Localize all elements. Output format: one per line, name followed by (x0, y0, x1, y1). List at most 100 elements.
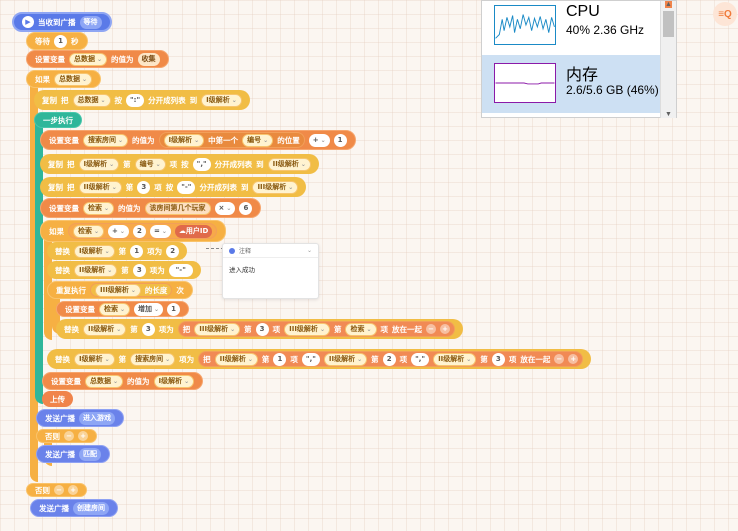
add-icon[interactable]: + (568, 354, 579, 364)
user-id-reporter[interactable]: ☁ 用户ID (174, 224, 213, 238)
list-select[interactable]: III级解析 (284, 322, 330, 336)
variable-select[interactable]: 检索 (99, 302, 131, 316)
list-select[interactable]: II级解析 (83, 322, 127, 336)
list-select[interactable]: III级解析 (95, 283, 141, 297)
wait-seconds-input[interactable]: 1 (54, 34, 67, 48)
split-to-list-block[interactable]: 复制 把 总数据 按 ":" 分开成列表 到 I级解析 (34, 90, 250, 110)
remove-icon[interactable]: − (554, 354, 565, 364)
send-broadcast-block[interactable]: 发送广播 进入游戏 (36, 409, 124, 427)
list-length-block[interactable]: III级解析 的长度 (90, 283, 173, 297)
add-icon[interactable]: + (78, 431, 88, 441)
value-input[interactable]: "-" (168, 263, 193, 277)
compare-operator[interactable]: = (149, 224, 171, 238)
split-to-list-block[interactable]: 复制 把 II级解析 第 3 项 按 "-" 分开成列表 到 III级解析 (40, 177, 307, 197)
scroll-thumb[interactable] (663, 11, 674, 37)
item-select[interactable]: 编号 (242, 133, 274, 147)
set-variable-block[interactable]: 设置变量 检索 的值为 该房间第几个玩家 × 6 (40, 198, 262, 218)
separator-input[interactable]: ":" (126, 93, 145, 107)
function-reporter[interactable]: 该房间第几个玩家 (144, 201, 211, 215)
comment-text[interactable]: 进入成功 (223, 258, 318, 280)
set-variable-block[interactable]: 设置变量 总数据 的值为 收集 (26, 50, 169, 68)
step-execute-block[interactable]: 一步执行 (34, 112, 82, 128)
value-input[interactable]: 收集 (137, 52, 160, 66)
join-block[interactable]: 把 II级解析 第 1 项 "," II级解析 第 2 项 "," II级解析 … (198, 351, 584, 367)
number-input[interactable]: 2 (132, 224, 146, 238)
split-to-list-block[interactable]: 复制 把 I级解析 第 编号 项 按 "," 分开成列表 到 II级解析 (40, 154, 319, 174)
list-select[interactable]: II级解析 (433, 352, 477, 366)
variable-select[interactable]: 总数据 (85, 374, 124, 388)
target-list-select[interactable]: III级解析 (252, 180, 299, 194)
separator-input[interactable]: "-" (177, 180, 196, 194)
index-input[interactable]: 1 (273, 352, 287, 366)
else-block[interactable]: 否则 − + (36, 429, 97, 443)
if-block[interactable]: 如果 检索 + 2 = ☁ 用户ID (40, 220, 227, 242)
number-input[interactable]: 6 (239, 201, 253, 215)
compare-block[interactable]: 检索 + 2 = ☁ 用户ID (68, 223, 218, 239)
repeat-block[interactable]: 重复执行 III级解析 的长度 次 (47, 281, 193, 299)
variable-select[interactable]: 检索 (83, 201, 115, 215)
remove-icon[interactable]: − (426, 324, 436, 334)
broadcast-message-select[interactable]: 进入游戏 (79, 411, 115, 425)
set-variable-block[interactable]: 设置变量 搜索房间 的值为 I级解析 中第一个 编号 的位置 + 1 (40, 130, 356, 150)
set-variable-block[interactable]: 设置变量 总数据 的值为 I级解析 (42, 372, 204, 390)
broadcast-hat-block[interactable]: ▶ 当收到广播 等待 (12, 12, 112, 32)
value-select[interactable]: I级解析 (153, 374, 195, 388)
index-input[interactable]: 3 (137, 180, 151, 194)
send-broadcast-block[interactable]: 发送广播 匹配 (36, 445, 110, 463)
memory-row[interactable]: 内存 2.6/5.6 GB (46%) (482, 55, 662, 113)
upload-block[interactable]: 上传 (42, 391, 73, 407)
index-input[interactable]: 3 (491, 352, 505, 366)
operator-select[interactable]: + (108, 224, 129, 238)
if-block[interactable]: 如果 总数据 (26, 70, 102, 88)
index-input[interactable]: 2 (382, 352, 396, 366)
list-select[interactable]: I级解析 (163, 133, 205, 147)
list-select[interactable]: II级解析 (214, 352, 258, 366)
list-select[interactable]: II级解析 (78, 180, 122, 194)
list-select[interactable]: I级解析 (74, 244, 115, 258)
send-broadcast-block[interactable]: 发送广播 创建房间 (30, 499, 118, 517)
list-select[interactable]: II级解析 (74, 263, 118, 277)
remove-icon[interactable]: − (64, 431, 74, 441)
index-select[interactable]: 搜索房间 (130, 352, 176, 366)
join-block[interactable]: 把 III级解析 第 3 项 III级解析 第 检索 项 放在一起 − + (177, 321, 455, 337)
index-input[interactable]: 3 (141, 322, 155, 336)
separator-input[interactable]: "," (192, 157, 211, 171)
target-list-select[interactable]: I级解析 (201, 93, 242, 107)
scroll-down-icon[interactable]: ▼ (665, 111, 672, 118)
index-select[interactable]: 编号 (134, 157, 166, 171)
list-select[interactable]: I级解析 (74, 352, 115, 366)
left-variable[interactable]: 检索 (73, 224, 105, 238)
search-menu-icon[interactable]: ≡Q (713, 2, 737, 26)
operator-select[interactable]: × (214, 201, 236, 215)
else-block[interactable]: 否则 − + (26, 483, 87, 497)
collapse-icon[interactable]: ⌄ (307, 247, 312, 254)
scroll-up-icon[interactable]: ▲ (665, 1, 672, 8)
change-variable-block[interactable]: 设置变量 检索 增加 1 (56, 301, 190, 317)
broadcast-message-select[interactable]: 匹配 (79, 447, 101, 461)
operator-select[interactable]: + (308, 133, 330, 147)
list-select[interactable]: II级解析 (323, 352, 368, 366)
condition-variable[interactable]: 总数据 (54, 72, 93, 86)
separator-input[interactable]: "," (411, 352, 430, 366)
remove-icon[interactable]: − (54, 485, 64, 495)
replace-item-block[interactable]: 替换 II级解析 第 3 项为 "-" (47, 261, 201, 279)
comment-popup[interactable]: 注释 ⌄ 进入成功 (222, 243, 319, 299)
source-variable[interactable]: 总数据 (72, 93, 111, 107)
target-list-select[interactable]: II级解析 (267, 157, 311, 171)
index-input[interactable]: 3 (255, 322, 269, 336)
cpu-row[interactable]: CPU 40% 2.36 GHz (482, 1, 662, 59)
add-icon[interactable]: + (440, 324, 450, 334)
separator-input[interactable]: "," (301, 352, 320, 366)
list-index-of-block[interactable]: I级解析 中第一个 编号 的位置 (158, 132, 305, 148)
wait-block[interactable]: 等待 1 秒 (26, 32, 88, 50)
variable-select[interactable]: 搜索房间 (83, 133, 129, 147)
change-op-select[interactable]: 增加 (134, 302, 164, 316)
number-input[interactable]: 1 (333, 133, 347, 147)
value-input[interactable]: 2 (166, 244, 180, 258)
list-select[interactable]: I级解析 (78, 157, 120, 171)
index-input[interactable]: 1 (130, 244, 144, 258)
list-select[interactable]: III级解析 (194, 322, 241, 336)
replace-item-block[interactable]: 替换 II级解析 第 3 项为 把 III级解析 第 3 项 III级解析 第 … (56, 319, 463, 339)
number-input[interactable]: 1 (167, 302, 181, 316)
broadcast-message-select[interactable]: 创建房间 (73, 501, 109, 515)
